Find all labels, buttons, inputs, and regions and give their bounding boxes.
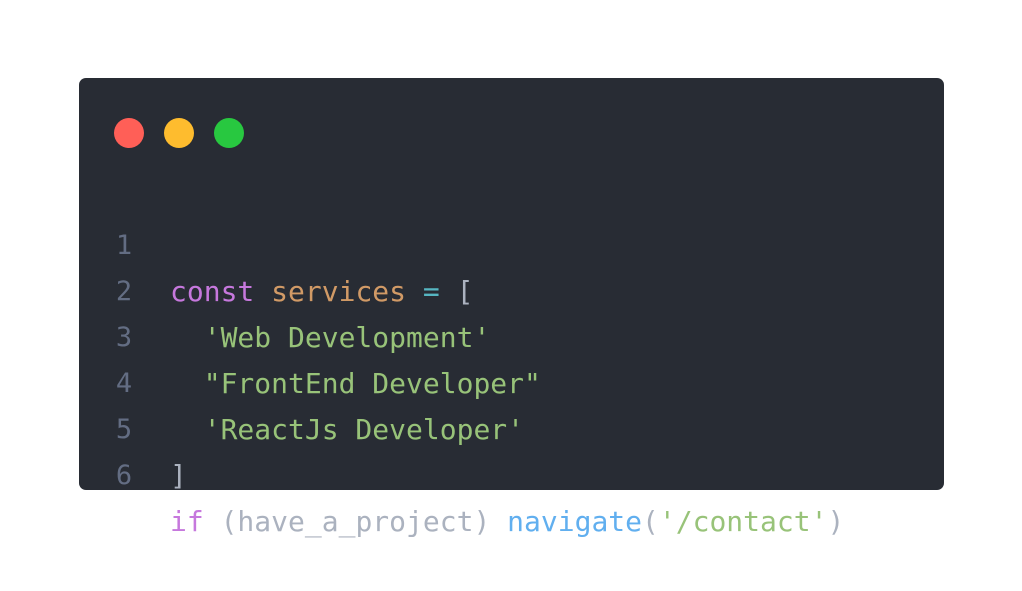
close-dot-icon[interactable] <box>114 118 144 148</box>
code-line-4: 4 'ReactJs Developer' <box>79 315 944 446</box>
code-line-1: 1 const services = [ <box>79 177 944 308</box>
maximize-dot-icon[interactable] <box>214 118 244 148</box>
minimize-dot-icon[interactable] <box>164 118 194 148</box>
string-token: '/contact' <box>658 505 828 538</box>
code-line-2: 2 'Web Development' <box>79 223 944 354</box>
code-block: 1 const services = [ 2 'Web Development'… <box>79 177 944 538</box>
keyword-token: if <box>170 505 204 538</box>
code-line-5: 5 ] <box>79 361 944 492</box>
code-window: 1 const services = [ 2 'Web Development'… <box>79 78 944 538</box>
code-line-6: 6 if (have_a_project) navigate('/contact… <box>79 407 944 538</box>
function-token: navigate <box>507 505 643 538</box>
paren-open-token: ( <box>642 505 659 538</box>
condition-token: (have_a_project) <box>220 505 491 538</box>
line-content: if (have_a_project) navigate('/contact') <box>170 499 844 545</box>
line-number: 6 <box>115 460 133 491</box>
paren-close-token: ) <box>827 505 845 538</box>
code-line-3: 3 "FrontEnd Developer" <box>79 269 944 400</box>
